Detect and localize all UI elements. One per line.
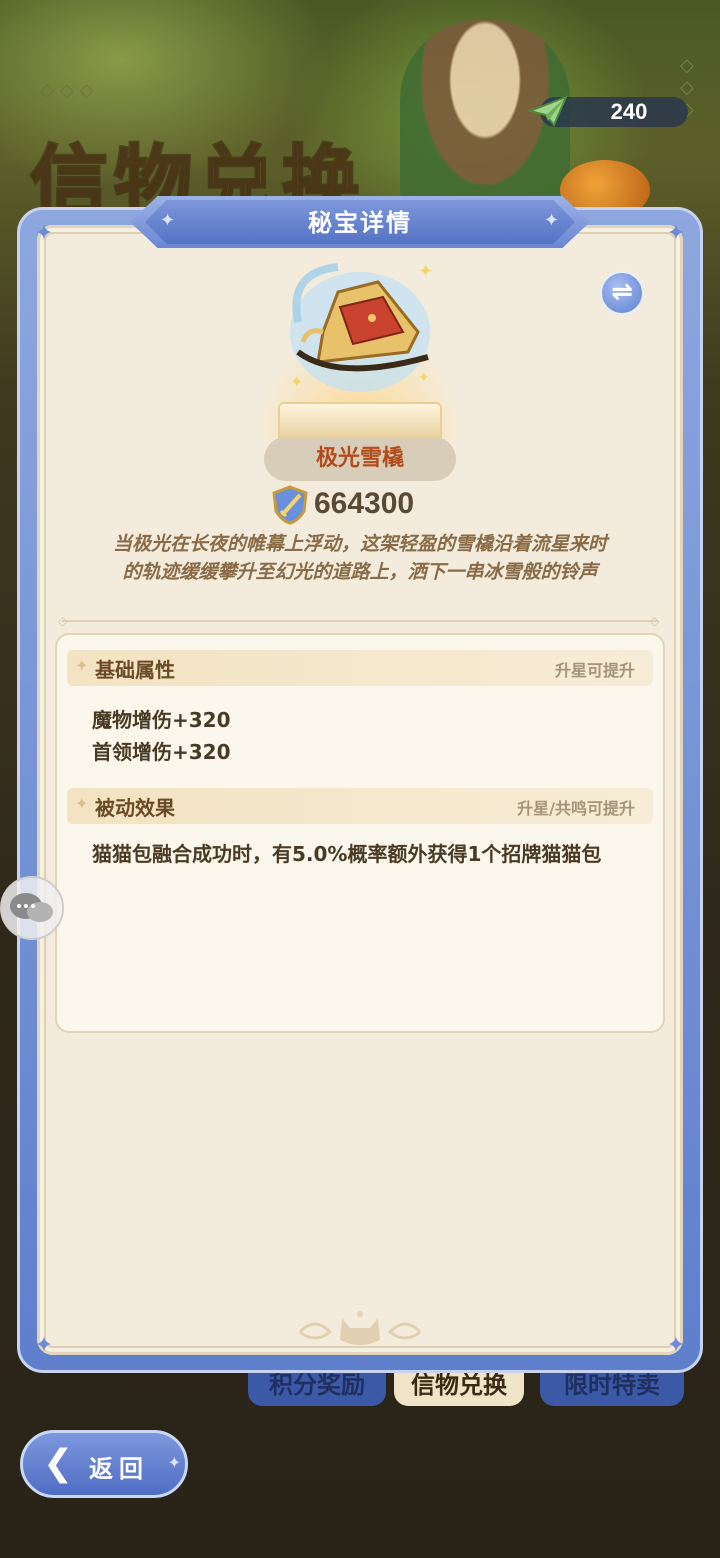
section-hint: 升星/共鸣可提升	[517, 799, 635, 818]
star-icon: ✦	[75, 656, 89, 675]
attribute-line: 魔物增伤+320	[92, 708, 231, 732]
corner-ornament: ✦	[34, 1333, 54, 1358]
decor-diamonds: ◇◇◇	[40, 80, 100, 101]
power-value: 664300	[314, 487, 415, 520]
power-display: 664300	[272, 485, 472, 525]
star-icon: ✦	[75, 794, 89, 813]
passive-effect-header: ✦ 被动效果 升星/共鸣可提升	[67, 788, 653, 824]
attribute-line: 首领增伤+320	[92, 740, 231, 764]
svg-text:✦: ✦	[418, 261, 433, 282]
corner-ornament: ✦	[666, 1333, 686, 1358]
currency-display: 240	[528, 95, 688, 127]
back-label: 返回	[89, 1455, 149, 1483]
description-line: 当极光在长夜的帷幕上浮动，这架轻盈的雪橇沿着流星来时	[112, 533, 607, 555]
section-title: 基础属性	[95, 658, 175, 682]
item-description: 当极光在长夜的帷幕上浮动，这架轻盈的雪橇沿着流星来时 的轨迹缓缓攀升至幻光的道路…	[70, 530, 650, 586]
back-arrow-icon: ❮	[43, 1443, 74, 1484]
shield-sword-icon	[272, 485, 308, 525]
item-name: 极光雪橇	[264, 437, 456, 481]
cat-emblem-icon	[298, 1311, 422, 1345]
divider	[62, 620, 658, 622]
tab-token-exchange: 信物兑换	[394, 1368, 524, 1406]
back-button[interactable]: ❮ 返回 ✦	[20, 1430, 188, 1498]
item-pedestal	[278, 402, 442, 438]
passive-effect-text: 猫猫包融合成功时，有5.0%概率额外获得1个招牌猫猫包	[92, 842, 602, 866]
chat-bubble-icon	[10, 893, 53, 922]
dialog-title: 秘宝详情	[308, 209, 412, 237]
basic-attributes-header: ✦ 基础属性 升星可提升	[67, 650, 653, 686]
sled-icon: ✦ ✦ ✦	[290, 261, 433, 392]
divider-ornament: ◇	[58, 614, 68, 628]
attributes-card	[55, 633, 665, 1033]
star-icon: ✦	[167, 1453, 181, 1472]
section-title: 被动效果	[95, 796, 175, 820]
chat-button[interactable]	[0, 876, 64, 940]
background-tabs: 积分奖励 信物兑换 限时特卖	[248, 1368, 688, 1408]
section-hint: 升星可提升	[554, 661, 635, 680]
currency-value: 240	[610, 99, 648, 124]
swap-button[interactable]: ⇌	[600, 271, 644, 315]
tab-limited-sale: 限时特卖	[540, 1368, 684, 1406]
svg-text:✦: ✦	[418, 370, 430, 386]
corner-ornament: ✦	[34, 221, 54, 246]
svg-text:✦: ✦	[290, 372, 303, 391]
description-line: 的轨迹缓缓攀升至幻光的道路上，洒下一串冰雪般的铃声	[122, 561, 598, 583]
tab-points-reward: 积分奖励	[248, 1368, 386, 1406]
corner-ornament: ✦	[666, 221, 686, 246]
paper-plane-icon	[528, 95, 568, 127]
divider-ornament: ◇	[650, 614, 660, 628]
